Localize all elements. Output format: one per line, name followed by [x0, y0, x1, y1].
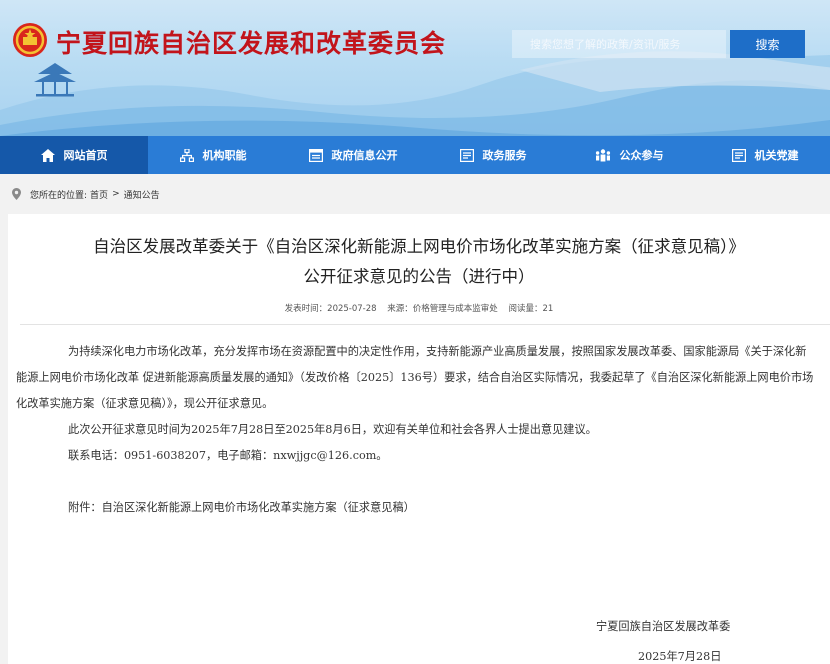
nav-item-services[interactable]: 政务服务: [428, 136, 558, 174]
nav-item-info-public[interactable]: 政府信息公开: [278, 136, 428, 174]
info-list-icon: [308, 148, 323, 162]
nav-item-label: 政府信息公开: [331, 149, 398, 162]
search-input[interactable]: [512, 30, 726, 58]
breadcrumb-separator: >: [112, 189, 120, 199]
sign-date: 2025年7月28日: [638, 650, 722, 663]
national-emblem-icon: [13, 23, 47, 57]
people-icon: [595, 148, 610, 161]
view-count: 阅读量：21: [508, 304, 554, 314]
nav-item-label: 网站首页: [63, 149, 108, 162]
search-button[interactable]: 搜索: [730, 30, 805, 58]
nav-item-party[interactable]: 机关党建: [700, 136, 830, 174]
article-title-line2: 公开征求意见的公告（进行中）: [303, 267, 535, 286]
article-title: 自治区发展改革委关于《自治区深化新能源上网电价市场化改革实施方案（征求意见稿）》…: [8, 232, 830, 292]
article-paragraph: 联系电话：0951-6038207，电子邮箱：nxwjjgc@126.com。: [68, 449, 388, 462]
home-icon: [40, 148, 55, 162]
article-meta: 发表时间：2025-07-28 来源：价格管理与成本监审处 阅读量：21: [8, 302, 830, 314]
nav-item-participation[interactable]: 公众参与: [558, 136, 700, 174]
site-header: 宁夏回族自治区发展和改革委员会 搜索: [0, 0, 830, 136]
breadcrumb-current-link[interactable]: 通知公告: [124, 188, 160, 201]
article-container: 自治区发展改革委关于《自治区深化新能源上网电价市场化改革实施方案（征求意见稿）》…: [8, 214, 830, 664]
publish-time: 发表时间：2025-07-28: [284, 304, 377, 314]
article-paragraph: 此次公开征求意见时间为2025年7月28日至2025年8月6日，欢迎有关单位和社…: [68, 423, 597, 436]
article-title-line1: 自治区发展改革委关于《自治区深化新能源上网电价市场化改革实施方案（征求意见稿）》: [93, 237, 745, 256]
site-title[interactable]: 宁夏回族自治区发展和改革委员会: [56, 24, 446, 60]
article-body: 为持续深化电力市场化改革，充分发挥市场在资源配置中的决定性作用，支持新能源产业高…: [8, 325, 830, 521]
article-paragraph: 为持续深化电力市场化改革，充分发挥市场在资源配置中的决定性作用，支持新能源产业高…: [16, 345, 814, 410]
service-icon: [459, 148, 474, 162]
header-scenery: [0, 51, 830, 136]
location-pin-icon: [12, 188, 21, 200]
pavilion-logo-icon: [34, 63, 76, 97]
nav-item-label: 公众参与: [619, 149, 664, 162]
nav-item-label: 机关党建: [754, 149, 799, 162]
main-nav: 网站首页 机构职能 政府信息公开 政务服务 公众参与 机关党建: [0, 136, 830, 174]
attachment-line: 附件：自治区深化新能源上网电价市场化改革实施方案（征求意见稿）: [42, 495, 816, 521]
nav-item-label: 机构职能: [202, 149, 247, 162]
breadcrumb-prefix: 您所在的位置:: [30, 190, 88, 201]
signature: 宁夏回族自治区发展改革委: [596, 620, 731, 633]
breadcrumb: 您所在的位置: 首页 > 通知公告: [0, 182, 830, 206]
nav-item-org[interactable]: 机构职能: [148, 136, 278, 174]
nav-item-home[interactable]: 网站首页: [0, 136, 148, 174]
breadcrumb-home-link[interactable]: 首页: [90, 188, 108, 201]
org-chart-icon: [179, 148, 194, 162]
party-icon: [731, 148, 746, 162]
attachment-link[interactable]: 自治区深化新能源上网电价市场化改革实施方案（征求意见稿）: [102, 501, 415, 514]
attachment-label: 附件：: [68, 501, 102, 514]
article-source: 来源：价格管理与成本监审处: [387, 304, 498, 314]
nav-item-label: 政务服务: [482, 149, 527, 162]
